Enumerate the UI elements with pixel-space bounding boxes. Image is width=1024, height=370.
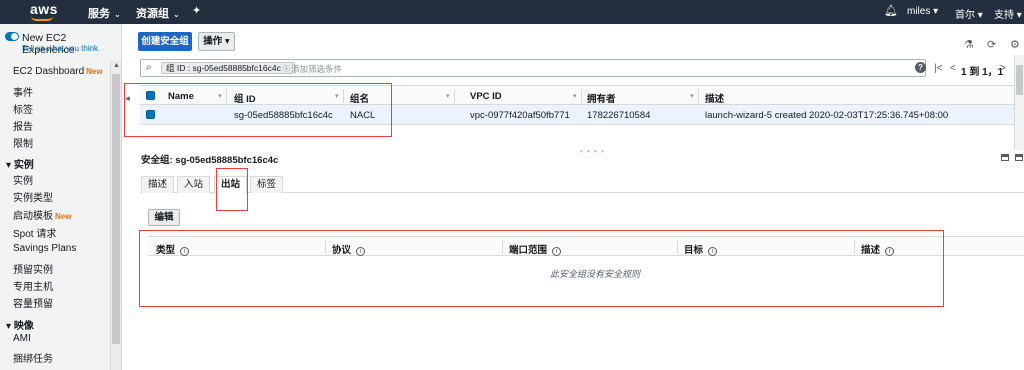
feedback-link[interactable]: Tell us what you think [22,44,98,53]
sidebar-scrollbar[interactable]: ▲ [110,60,121,370]
sidebar-section-images[interactable]: ▾ 映像 [6,317,34,332]
filter-input[interactable]: 添加筛选条件 [291,63,342,75]
pin-icon[interactable]: ✦ [192,4,201,17]
cell-vpc-id: vpc-0977f420af50fb771 [470,110,570,121]
filter-chip[interactable]: 组 ID : sg-05ed58885bfc16c4c ⓧ [161,62,295,74]
next-page-icon[interactable]: > [1000,63,1006,74]
sort-icon[interactable]: ▾ [573,92,577,100]
support-menu[interactable]: 支持 ▾ [994,6,1022,21]
new-badge: New [86,67,103,76]
help-icon[interactable]: ? [915,62,926,73]
scroll-thumb[interactable] [112,74,120,344]
sidebar-section-instances[interactable]: ▾ 实例 [6,156,34,171]
aws-logo[interactable]: aws [30,1,58,17]
new-experience-toggle[interactable] [5,32,19,41]
scroll-thumb[interactable] [1016,65,1023,95]
sidebar-item-launch-templates[interactable]: 启动模板 New [13,207,71,222]
sidebar-item-savings-plans[interactable]: Savings Plans [13,243,76,254]
resource-groups-menu[interactable]: 资源组 ⌄ [136,5,180,21]
first-page-icon[interactable]: |< [934,63,942,74]
sidebar-item-dashboard[interactable]: EC2 Dashboard New [13,66,103,77]
top-navigation-bar: aws 服务 ⌄ 资源组 ⌄ ✦ 🔔︎ miles ▾ 首尔 ▾ 支持 ▾ [0,0,1024,24]
actions-button[interactable]: 操作 ▾ [198,32,235,51]
search-icon: ⌕ [146,62,152,73]
refresh-icon[interactable]: ⟳ [987,38,996,51]
tab-inbound[interactable]: 入站 [177,176,211,193]
cell-owner: 178226710584 [587,110,651,121]
flask-icon[interactable]: ⚗ [964,38,974,51]
tab-description[interactable]: 描述 [141,176,175,193]
new-badge: New [55,212,72,221]
column-header-owner[interactable]: 拥有者 [587,91,616,105]
sidebar-item-capacity[interactable]: 容量预留 [13,295,53,310]
filter-bar[interactable]: ⌕ 组 ID : sg-05ed58885bfc16c4c ⓧ 添加筛选条件 ? [140,59,926,77]
sidebar: New EC2 Experience Tell us what you thin… [0,24,122,370]
sidebar-item-instance-types[interactable]: 实例类型 [13,189,53,204]
annotation-box-row [124,83,392,137]
cell-description: launch-wizard-5 created 2020-02-03T17:25… [705,110,949,121]
sidebar-item-reports[interactable]: 报告 [13,118,33,133]
annotation-box-outbound-tab [216,168,248,211]
tab-tags[interactable]: 标签 [250,176,284,193]
chevron-down-icon: ⌄ [173,10,180,19]
column-header-vpc-id[interactable]: VPC ID [470,91,502,102]
region-menu[interactable]: 首尔 ▾ [955,6,983,21]
pane-splitter-handle[interactable]: • • • • [580,147,605,156]
edit-button[interactable]: 编辑 [148,209,180,226]
column-header-description[interactable]: 描述 [705,91,724,105]
detail-title: 安全组: sg-05ed58885bfc16c4c [141,155,279,166]
bell-icon[interactable]: 🔔︎ [884,4,898,17]
close-icon[interactable]: ⓧ [283,66,290,73]
aws-logo-smile-icon [31,16,53,21]
gear-icon[interactable]: ⚙ [1010,38,1020,51]
sidebar-item-bundle-tasks[interactable]: 捆绑任务 [13,350,53,365]
annotation-box-rules [139,230,944,307]
create-security-group-button[interactable]: 创建安全组 [138,32,192,51]
maximize-pane-icon[interactable] [1001,154,1009,161]
sort-icon[interactable]: ▾ [690,92,694,100]
sidebar-item-dedicated-hosts[interactable]: 专用主机 [13,278,53,293]
chevron-down-icon: ⌄ [114,10,121,19]
scroll-up-icon[interactable]: ▲ [113,62,120,69]
sidebar-item-reserved[interactable]: 预留实例 [13,261,53,276]
sidebar-item-instances[interactable]: 实例 [13,172,33,187]
services-menu[interactable]: 服务 ⌄ [88,5,121,21]
user-menu[interactable]: miles ▾ [907,6,938,17]
minimize-pane-icon[interactable] [1015,154,1023,161]
sidebar-item-ami[interactable]: AMI [13,333,31,344]
sidebar-item-tags[interactable]: 标签 [13,101,33,116]
pagination-text: 1 到 1，1 [961,67,1004,78]
table-scrollbar[interactable] [1014,55,1024,150]
sidebar-item-spot[interactable]: Spot 请求 [13,225,56,240]
sort-icon[interactable]: ▾ [446,92,450,100]
prev-page-icon[interactable]: < [950,63,956,74]
sidebar-item-limits[interactable]: 限制 [13,135,33,150]
sidebar-item-events[interactable]: 事件 [13,84,33,99]
